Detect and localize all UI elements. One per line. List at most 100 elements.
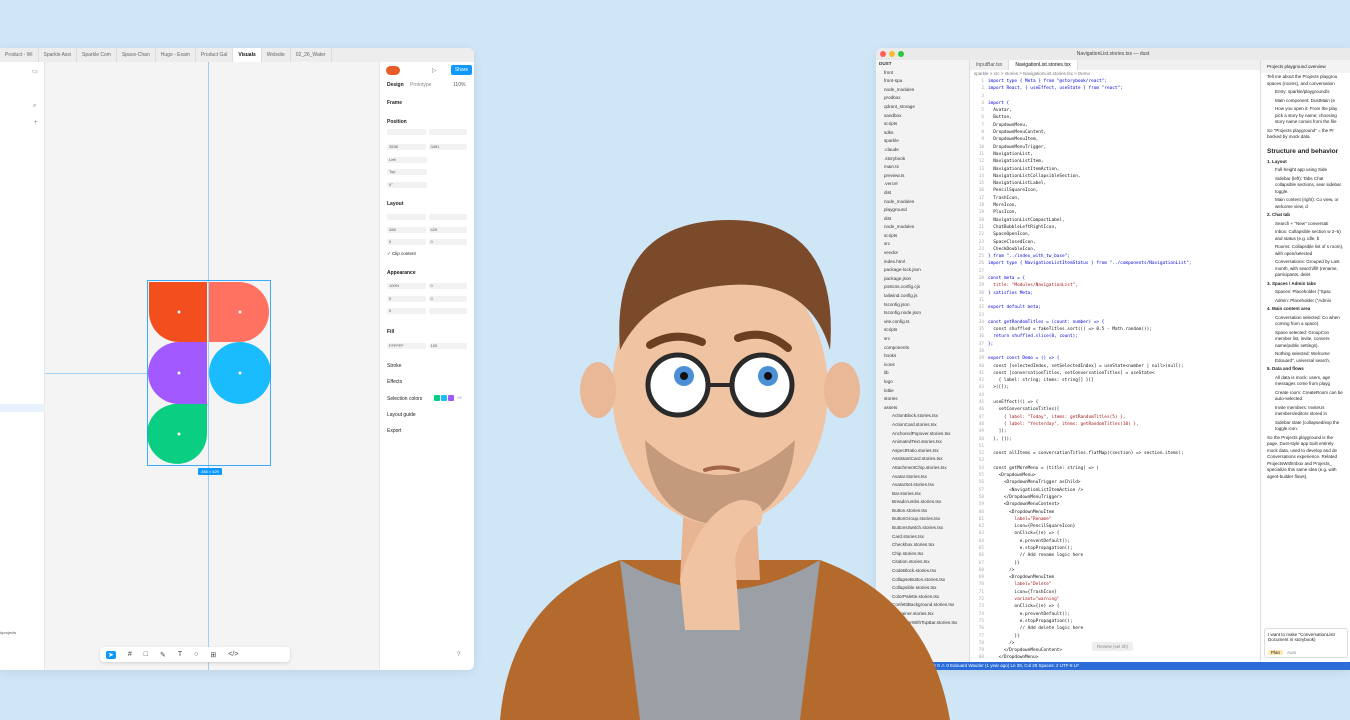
code-line[interactable]: 25} from "../index_with_tw_base";	[970, 253, 1260, 260]
zoom-level[interactable]: 110%	[453, 82, 465, 88]
explorer-item[interactable]: scripts	[876, 120, 969, 129]
constraint-top[interactable]: Top	[387, 169, 427, 175]
y-input[interactable]: 3451	[428, 144, 467, 150]
canvas[interactable]: 288 × 429 ➤ # □ ✎ T ○ ⊞ </>	[45, 62, 379, 670]
breadcrumb[interactable]: sparkle > src > stories > NavigationList…	[970, 70, 1260, 78]
code-line[interactable]: 57 <NavigationListItemAction />	[970, 487, 1260, 494]
code-line[interactable]: 5 Avatar,	[970, 107, 1260, 114]
opacity-input[interactable]: 100%	[387, 283, 426, 289]
code-line[interactable]: 62 icon={PencilSquareIcon}	[970, 523, 1260, 530]
figma-tab[interactable]: Sparkle Assi	[39, 48, 78, 62]
maximize-icon[interactable]	[898, 51, 904, 57]
code-line[interactable]: 13 NavigationListItemAction,	[970, 166, 1260, 173]
code-line[interactable]: 43 >([]);	[970, 384, 1260, 391]
code-line[interactable]: 14 NavigationListCollapsibleSection,	[970, 173, 1260, 180]
code-line[interactable]: 8 DropdownMenuContent,	[970, 129, 1260, 136]
move-tool-icon[interactable]: ➤	[106, 650, 116, 659]
code-line[interactable]: 42 { label: string; items: string[] }[]	[970, 377, 1260, 384]
code-line[interactable]: 61 label="Rename"	[970, 516, 1260, 523]
figma-tab[interactable]: Sparkle Com	[77, 48, 117, 62]
code-line[interactable]: 67 }}	[970, 560, 1260, 567]
code-line[interactable]: 56 <DropdownMenuTrigger asChild>	[970, 479, 1260, 486]
code-line[interactable]: 21 ChatBubbleLeftRightIcon,	[970, 224, 1260, 231]
code-line[interactable]: 36 return shuffled.slice(0, count);	[970, 333, 1260, 340]
code-line[interactable]: 74 e.preventDefault();	[970, 611, 1260, 618]
add-page-icon[interactable]: +	[34, 120, 38, 126]
pen-tool-icon[interactable]: ✎	[160, 651, 166, 659]
code-line[interactable]: 27	[970, 268, 1260, 275]
code-line[interactable]: 60 <DropdownMenuItem	[970, 509, 1260, 516]
code-line[interactable]: 16 PencilSquareIcon,	[970, 187, 1260, 194]
code-line[interactable]: 24 CheckDoubleIcon,	[970, 246, 1260, 253]
explorer-item[interactable]: sparkle	[876, 137, 969, 146]
code-line[interactable]: 15 NavigationListLabel,	[970, 180, 1260, 187]
code-line[interactable]: 26 import type { NavigationListItemStatus…	[970, 260, 1260, 267]
dev-mode-icon[interactable]: </>	[228, 651, 238, 658]
code-line[interactable]: 75 e.stopPropagation();	[970, 618, 1260, 625]
figma-logo-frame[interactable]	[146, 279, 272, 467]
figma-tab[interactable]: Hugo - Exam	[156, 48, 196, 62]
code-line[interactable]: 77 }}	[970, 633, 1260, 640]
code-line[interactable]: 4 import {	[970, 100, 1260, 107]
layout-mode-icons[interactable]	[387, 214, 467, 220]
code-line[interactable]: 18 MoreIcon,	[970, 202, 1260, 209]
clip-content-checkbox[interactable]: ✓ Clip content	[387, 251, 416, 257]
code-line[interactable]: 51	[970, 443, 1260, 450]
code-line[interactable]: 10 DropdownMenuTrigger,	[970, 144, 1260, 151]
radius-bl[interactable]: 0	[387, 308, 426, 314]
code-line[interactable]: 69 <DropdownMenuItem	[970, 574, 1260, 581]
x-input[interactable]: 3538	[387, 144, 426, 150]
review-button[interactable]: Review (sel 2h)	[1092, 642, 1134, 651]
code-line[interactable]: 64 e.preventDefault();	[970, 538, 1260, 545]
effects-heading[interactable]: Effects	[387, 379, 402, 385]
code-line[interactable]: 70 label="Delete"	[970, 581, 1260, 588]
height-input[interactable]: 429	[428, 227, 467, 233]
code-line[interactable]: 68 />	[970, 567, 1260, 574]
code-line[interactable]: 37};	[970, 341, 1260, 348]
tab-navigationlist[interactable]: NavigationList.stories.tsx	[1009, 60, 1078, 70]
selected-layer-row[interactable]	[0, 404, 45, 412]
code-line[interactable]: 52 const allItems = conversationTitles.f…	[970, 450, 1260, 457]
code-lines[interactable]: 1 import type { Meta } from "@storybook/r…	[970, 78, 1260, 669]
play-icon[interactable]: ▷	[432, 67, 437, 74]
code-line[interactable]: 49 ]);	[970, 428, 1260, 435]
code-line[interactable]: 48 { label: "Yesterday", items: getRando…	[970, 421, 1260, 428]
chat-input[interactable]: I want to make "ConversationListI Docume…	[1264, 628, 1348, 658]
figma-tab[interactable]: Space-Chan	[117, 48, 156, 62]
text-tool-icon[interactable]: T	[178, 651, 182, 658]
export-heading[interactable]: Export	[387, 428, 401, 434]
code-line[interactable]: 39 export const Demo = () => {	[970, 355, 1260, 362]
code-line[interactable]: 80 </DropdownMenu>	[970, 654, 1260, 661]
constraint-left[interactable]: Left	[387, 157, 427, 163]
comment-tool-icon[interactable]: ○	[194, 651, 198, 658]
code-line[interactable]: 9 DropdownMenuItem,	[970, 136, 1260, 143]
code-line[interactable]: 2 import React, { useEffect, useState } f…	[970, 85, 1260, 92]
code-line[interactable]: 47 { label: "Today", items: getRandomTit…	[970, 414, 1260, 421]
code-line[interactable]: 58 </DropdownMenuTrigger>	[970, 494, 1260, 501]
code-line[interactable]: 30} satisfies Meta;	[970, 290, 1260, 297]
figma-tab[interactable]: Visuals	[233, 48, 262, 62]
code-line[interactable]: 76 // Add delete logic here	[970, 625, 1260, 632]
explorer-item[interactable]: front-spa	[876, 77, 969, 86]
code-line[interactable]: 7 DropdownMenu,	[970, 122, 1260, 129]
close-icon[interactable]	[880, 51, 886, 57]
figma-tab[interactable]: Product - Wi	[0, 48, 39, 62]
explorer-item[interactable]: .claude	[876, 146, 969, 155]
padding-input[interactable]: 0	[428, 239, 467, 245]
code-line[interactable]: 53	[970, 457, 1260, 464]
auto-mode-button[interactable]: Auto	[1287, 650, 1296, 655]
tab-design[interactable]: Design	[387, 82, 404, 88]
gap-input[interactable]: 0	[387, 239, 426, 245]
green-shape[interactable]	[147, 403, 207, 464]
code-line[interactable]: 3	[970, 93, 1260, 100]
code-line[interactable]: 44	[970, 392, 1260, 399]
code-line[interactable]: 34 const getRandomTitles = (count: number…	[970, 319, 1260, 326]
align-icons[interactable]	[387, 129, 467, 135]
code-line[interactable]: 35 const shuffled = fakeTitles.sort(() =…	[970, 326, 1260, 333]
code-line[interactable]: 1 import type { Meta } from "@storybook/r…	[970, 78, 1260, 85]
tab-prototype[interactable]: Prototype	[410, 82, 431, 88]
code-line[interactable]: 65 e.stopPropagation();	[970, 545, 1260, 552]
code-line[interactable]: 12 NavigationListItem,	[970, 158, 1260, 165]
code-line[interactable]: 17 TrashIcon,	[970, 195, 1260, 202]
code-line[interactable]: 32 export default meta;	[970, 304, 1260, 311]
